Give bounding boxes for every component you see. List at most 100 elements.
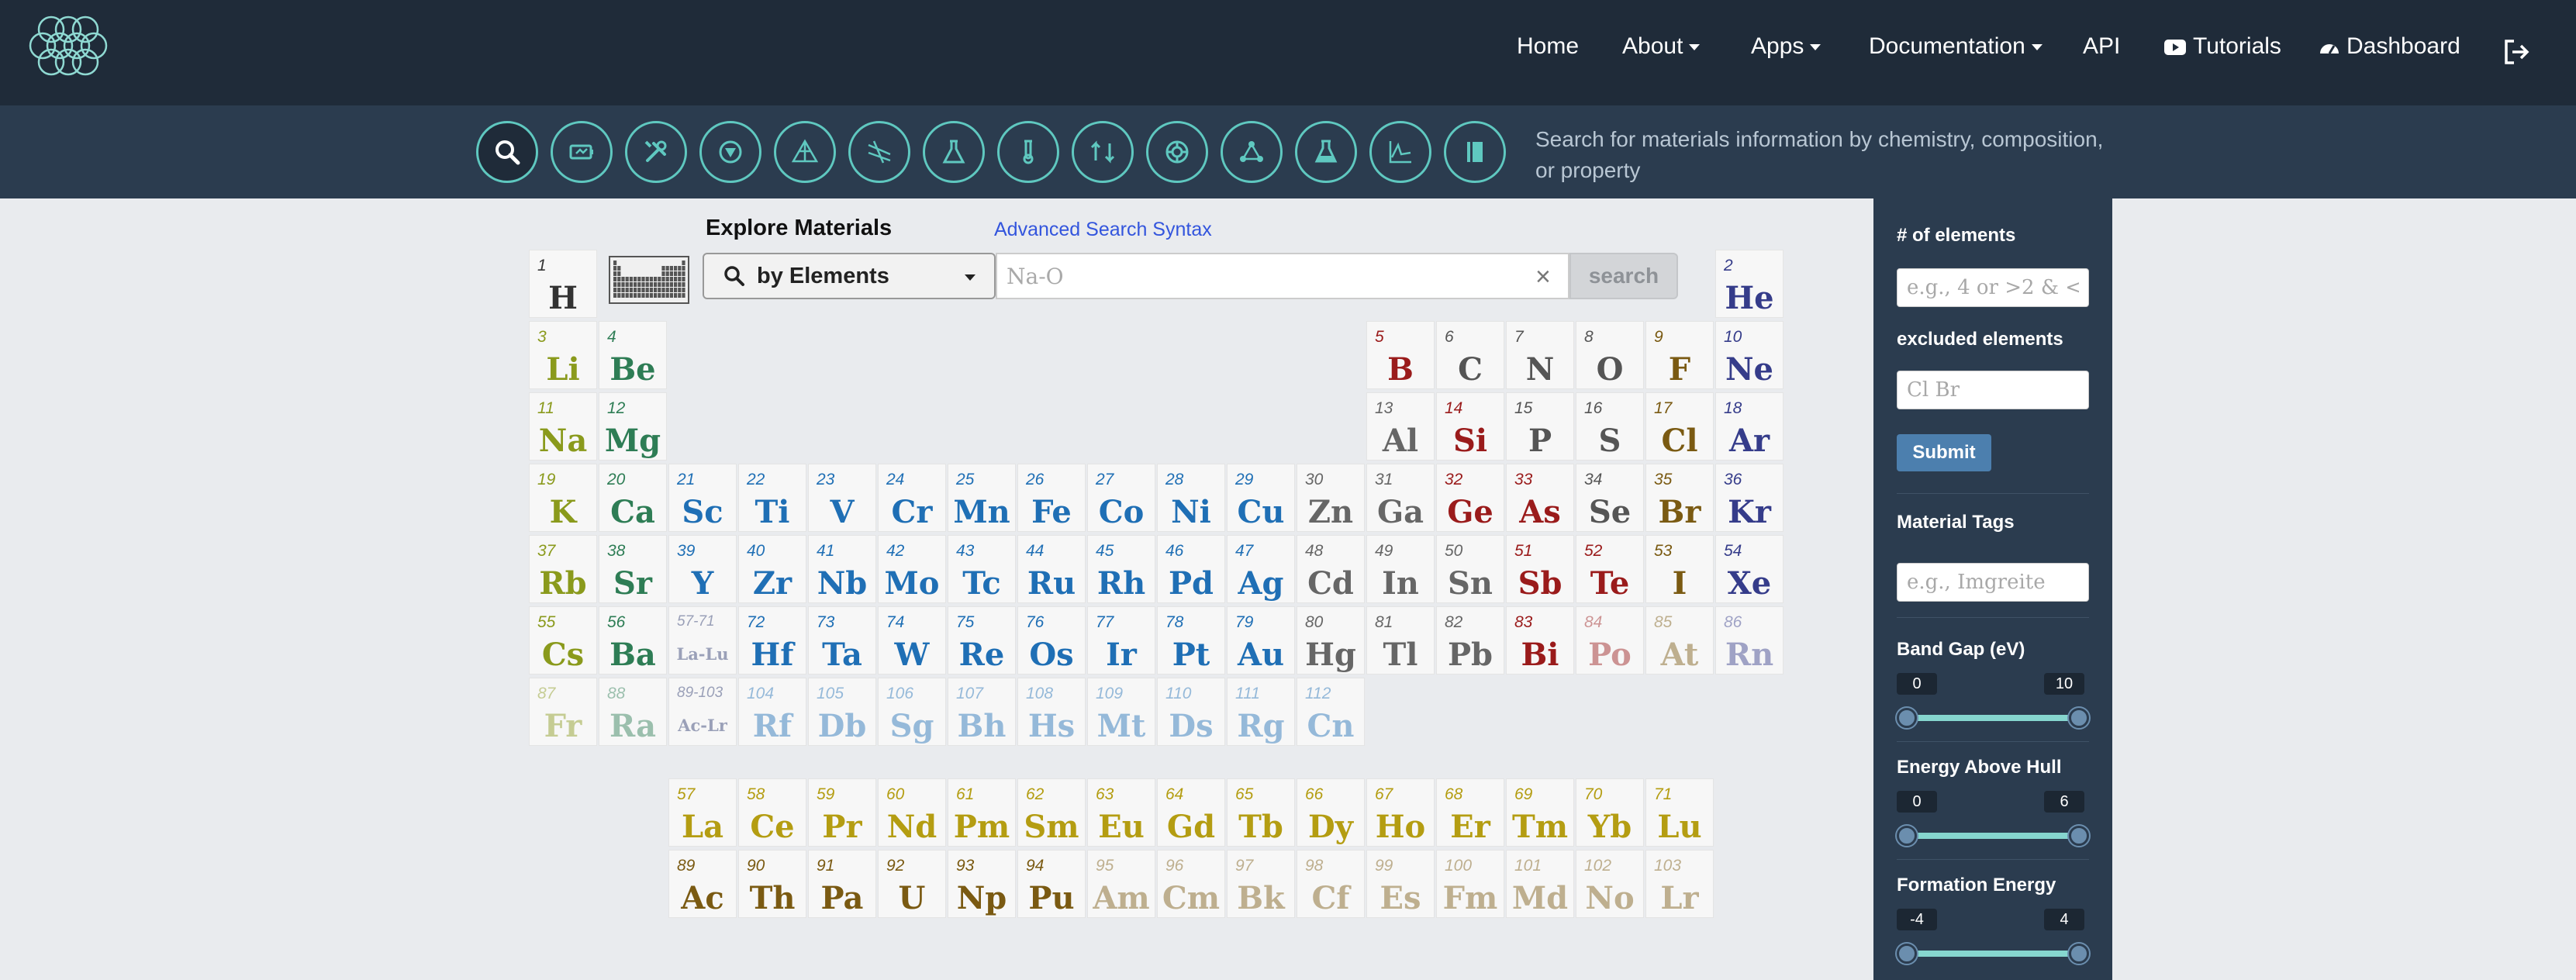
app-molecule-button[interactable] [1221, 121, 1283, 183]
element-la-lu[interactable]: 57-71 La-Lu [668, 606, 737, 675]
element-tb[interactable]: 65 Tb [1227, 778, 1295, 847]
element-pm[interactable]: 61 Pm [948, 778, 1016, 847]
element-fm[interactable]: 100 Fm [1436, 850, 1504, 918]
element-ac[interactable]: 89 Ac [668, 850, 737, 918]
element-ne[interactable]: 10 Ne [1715, 321, 1784, 389]
materials-project-logo[interactable] [23, 14, 115, 78]
element-f[interactable]: 9F [1645, 321, 1714, 389]
element-rg[interactable]: 111 Rg [1227, 678, 1295, 746]
periodic-table-toggle[interactable] [609, 256, 689, 304]
search-button[interactable]: search [1569, 253, 1678, 299]
element-bi[interactable]: 83 Bi [1506, 606, 1574, 675]
element-ge[interactable]: 32 Ge [1436, 464, 1504, 532]
element-at[interactable]: 85 At [1645, 606, 1714, 675]
element-br[interactable]: 35 Br [1645, 464, 1714, 532]
app-search-button[interactable] [476, 121, 538, 183]
element-la[interactable]: 57 La [668, 778, 737, 847]
element-ra[interactable]: 88 Ra [599, 678, 667, 746]
element-er[interactable]: 68 Er [1436, 778, 1504, 847]
app-tools-button[interactable] [625, 121, 687, 183]
num-elements-input[interactable] [1897, 268, 2089, 307]
app-chart-button[interactable] [1369, 121, 1431, 183]
element-dy[interactable]: 66 Dy [1297, 778, 1365, 847]
element-rb[interactable]: 37 Rb [529, 535, 597, 603]
element-cs[interactable]: 55 Cs [529, 606, 597, 675]
hull-slider[interactable] [1909, 833, 2078, 839]
element-mo[interactable]: 42 Mo [878, 535, 946, 603]
element-rn[interactable]: 86 Rn [1715, 606, 1784, 675]
element-al[interactable]: 13 Al [1366, 392, 1435, 461]
element-sm[interactable]: 62 Sm [1017, 778, 1086, 847]
element-te[interactable]: 52 Te [1576, 535, 1644, 603]
element-cm[interactable]: 96 Cm [1157, 850, 1225, 918]
element-se[interactable]: 34 Se [1576, 464, 1644, 532]
element-gd[interactable]: 64 Gd [1157, 778, 1225, 847]
element-hg[interactable]: 80 Hg [1297, 606, 1365, 675]
search-mode-dropdown[interactable]: by Elements [703, 253, 996, 299]
element-fr[interactable]: 87 Fr [529, 678, 597, 746]
band-gap-max-handle[interactable] [2069, 708, 2089, 728]
nav-about[interactable]: About [1622, 31, 1701, 62]
app-phase-diagram-button[interactable] [774, 121, 836, 183]
element-eu[interactable]: 63 Eu [1087, 778, 1155, 847]
hull-max-handle[interactable] [2069, 826, 2089, 846]
element-co[interactable]: 27 Co [1087, 464, 1155, 532]
element-sn[interactable]: 50 Sn [1436, 535, 1504, 603]
element-tl[interactable]: 81 Tl [1366, 606, 1435, 675]
element-pr[interactable]: 59 Pr [808, 778, 876, 847]
element-cr[interactable]: 24 Cr [878, 464, 946, 532]
element-tm[interactable]: 69 Tm [1506, 778, 1574, 847]
element-w[interactable]: 74 W [878, 606, 946, 675]
element-db[interactable]: 105 Db [808, 678, 876, 746]
element-mn[interactable]: 25 Mn [948, 464, 1016, 532]
element-zn[interactable]: 30 Zn [1297, 464, 1365, 532]
app-pourbaix-button[interactable] [848, 121, 910, 183]
element-np[interactable]: 93 Np [948, 850, 1016, 918]
element-sg[interactable]: 106 Sg [878, 678, 946, 746]
element-ru[interactable]: 44 Ru [1017, 535, 1086, 603]
formation-slider[interactable] [1909, 951, 2078, 957]
element-mt[interactable]: 109 Mt [1087, 678, 1155, 746]
element-cd[interactable]: 48 Cd [1297, 535, 1365, 603]
element-no[interactable]: 102 No [1576, 850, 1644, 918]
element-md[interactable]: 101 Md [1506, 850, 1574, 918]
element-ds[interactable]: 110 Ds [1157, 678, 1225, 746]
element-y[interactable]: 39 Y [668, 535, 737, 603]
element-he[interactable]: 2 He [1715, 250, 1784, 318]
element-s[interactable]: 16 S [1576, 392, 1644, 461]
element-re[interactable]: 75 Re [948, 606, 1016, 675]
element-li[interactable]: 3 Li [529, 321, 597, 389]
element-ir[interactable]: 77 Ir [1087, 606, 1155, 675]
element-cn[interactable]: 112 Cn [1297, 678, 1365, 746]
app-explorer-button[interactable] [699, 121, 761, 183]
element-h[interactable]: 1H [529, 250, 597, 318]
advanced-search-link[interactable]: Advanced Search Syntax [994, 219, 1212, 241]
element-au[interactable]: 79 Au [1227, 606, 1295, 675]
element-u[interactable]: 92 U [878, 850, 946, 918]
submit-button[interactable]: Submit [1897, 434, 1991, 471]
element-v[interactable]: 23 V [808, 464, 876, 532]
element-b[interactable]: 5B [1366, 321, 1435, 389]
element-sr[interactable]: 38 Sr [599, 535, 667, 603]
element-be[interactable]: 4 Be [599, 321, 667, 389]
element-i[interactable]: 53 I [1645, 535, 1714, 603]
element-c[interactable]: 6C [1436, 321, 1504, 389]
element-pd[interactable]: 46 Pd [1157, 535, 1225, 603]
element-xe[interactable]: 54 Xe [1715, 535, 1784, 603]
nav-apps[interactable]: Apps [1751, 31, 1822, 62]
element-os[interactable]: 76 Os [1017, 606, 1086, 675]
app-reaction-button[interactable] [1072, 121, 1134, 183]
app-book-button[interactable] [1444, 121, 1506, 183]
element-p[interactable]: 15 P [1506, 392, 1574, 461]
element-ti[interactable]: 22 Ti [738, 464, 806, 532]
element-n[interactable]: 7N [1506, 321, 1574, 389]
nav-api[interactable]: API [2083, 31, 2120, 62]
element-tc[interactable]: 43 Tc [948, 535, 1016, 603]
element-rh[interactable]: 45 Rh [1087, 535, 1155, 603]
band-gap-slider[interactable] [1909, 715, 2078, 721]
element-k[interactable]: 19 K [529, 464, 597, 532]
formation-max-handle[interactable] [2069, 944, 2089, 964]
element-cf[interactable]: 98 Cf [1297, 850, 1365, 918]
element-hf[interactable]: 72 Hf [738, 606, 806, 675]
element-mg[interactable]: 12 Mg [599, 392, 667, 461]
